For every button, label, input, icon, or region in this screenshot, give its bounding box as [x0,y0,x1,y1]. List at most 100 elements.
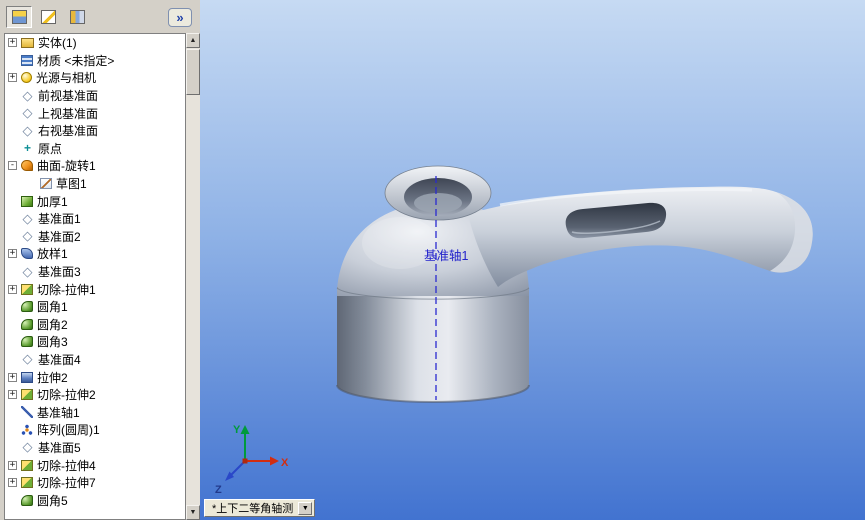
fillet-icon [21,301,33,313]
model-faucet-handle[interactable] [336,165,813,403]
solidworks-window: » + 实体(1) 材质 <未指定> + 光源与相机 ◇ 前视基准面 ◇ 上视基准面 ◇ 右视基准面… [0,0,865,520]
tree-item[interactable]: 圆角2 [5,316,185,334]
tree-item-label: 基准轴1 [37,405,80,420]
plane-icon: ◇ [22,122,33,138]
tree-item-label: 曲面-旋转1 [37,159,96,174]
tree-item[interactable]: + 光源与相机 [5,69,185,87]
tree-scrollbar[interactable]: ▲ ▼ [186,33,200,520]
model-canvas[interactable]: 基准轴1 Y X Z [200,0,865,520]
expand-toggle[interactable]: + [8,73,17,83]
origin-icon: + [23,141,31,156]
manager-tabs [6,6,90,28]
chevron-down-icon[interactable]: ▼ [298,501,313,515]
tree-item-label: 基准面5 [38,440,81,455]
configurationmanager-icon [69,10,85,24]
viewport-3d[interactable]: 基准轴1 Y X Z *上下二等角轴测 ▼ [200,0,865,520]
tree-item-label: 草图1 [56,177,87,192]
expand-spacer [8,214,17,223]
fillet-icon [21,318,33,330]
tree-item-label: 上视基准面 [38,106,99,121]
expand-toggle[interactable]: + [8,284,17,294]
tree-item-label: 切除-拉伸4 [37,458,96,473]
tree-item[interactable]: 圆角1 [5,298,185,316]
tree-item-label: 光源与相机 [36,71,97,86]
tree-item[interactable]: + 实体(1) [5,34,185,52]
tree-item[interactable]: + 拉伸2 [5,368,185,386]
tree-item-label: 基准面3 [38,265,81,280]
expand-spacer [8,408,17,417]
plane-icon: ◇ [22,87,33,103]
expand-spacer [27,179,36,188]
expand-toggle[interactable]: + [8,478,17,488]
expand-spacer [8,425,17,434]
expand-toggle[interactable]: + [8,460,17,470]
tree-item-label: 切除-拉伸1 [37,282,96,297]
expand-spacer [8,232,17,241]
expand-toggle[interactable]: - [8,161,17,171]
fillet-icon [21,494,33,506]
tree-item[interactable]: 材质 <未指定> [5,52,185,70]
tree-item[interactable]: ◇ 上视基准面 [5,104,185,122]
tree-item-label: 前视基准面 [38,89,99,104]
tree-item[interactable]: ◇ 基准面4 [5,351,185,369]
expand-toggle[interactable]: + [8,372,17,382]
expand-spacer [8,302,17,311]
expand-toggle[interactable]: + [8,249,17,259]
tree-item-label: 基准面1 [38,212,81,227]
tree-item[interactable]: ◇ 基准面2 [5,228,185,246]
orientation-triad: Y X Z [215,424,289,496]
view-orientation-selector[interactable]: *上下二等角轴测 ▼ [204,499,316,517]
tree-item[interactable]: ◇ 右视基准面 [5,122,185,140]
scrollbar-thumb[interactable] [186,49,200,95]
loft-icon [21,248,33,260]
tree-item[interactable]: 加厚1 [5,192,185,210]
tree-item-label: 右视基准面 [38,124,99,139]
tree-item[interactable]: 阵列(圆周)1 [5,421,185,439]
thicken-icon [21,195,33,207]
tree-item[interactable]: - 曲面-旋转1 [5,157,185,175]
tree-item[interactable]: + 原点 [5,140,185,158]
tree-item[interactable]: ◇ 前视基准面 [5,87,185,105]
tree-item-label: 材质 <未指定> [37,53,115,68]
tree-item-label: 实体(1) [38,36,77,51]
scroll-down-icon[interactable]: ▼ [186,505,200,520]
tree-item[interactable]: ◇ 基准面1 [5,210,185,228]
cut-extrude-icon [21,389,33,401]
tree-item[interactable]: + 切除-拉伸1 [5,280,185,298]
expand-spacer [8,109,17,118]
expand-spacer [8,320,17,329]
expand-toggle[interactable]: + [8,390,17,400]
tree-item[interactable]: + 切除-拉伸2 [5,386,185,404]
tab-featuremanager[interactable] [6,6,32,28]
tree-item[interactable]: 基准轴1 [5,403,185,421]
expand-spacer [8,197,17,206]
tree-item[interactable]: 草图1 [5,175,185,193]
collapse-panel-button[interactable]: » [168,8,192,27]
tree-item[interactable]: + 切除-拉伸4 [5,456,185,474]
cut-extrude-icon [21,283,33,295]
expand-toggle[interactable]: + [8,38,17,48]
tree-item[interactable]: ◇ 基准面3 [5,263,185,281]
tree-item[interactable]: + 放样1 [5,245,185,263]
expand-spacer [8,144,17,153]
expand-spacer [8,355,17,364]
tree-item[interactable]: ◇ 基准面5 [5,439,185,457]
cut-extrude-icon [21,459,33,471]
tree-item[interactable]: 圆角5 [5,491,185,509]
tree-item-label: 原点 [38,141,63,156]
tab-propertymanager[interactable] [35,6,61,28]
featuremanager-icon [11,10,27,24]
feature-tree[interactable]: + 实体(1) 材质 <未指定> + 光源与相机 ◇ 前视基准面 ◇ 上视基准面 ◇ 右视基准面 + 原… [4,33,186,520]
tree-item[interactable]: + 切除-拉伸7 [5,474,185,492]
expand-spacer [8,126,17,135]
lights-cameras-icon [21,72,32,84]
axis-label: 基准轴1 [424,248,469,263]
tree-item[interactable]: 圆角3 [5,333,185,351]
tab-configurationmanager[interactable] [64,6,90,28]
tree-item-label: 阵列(圆周)1 [37,423,100,438]
scroll-up-icon[interactable]: ▲ [186,33,200,48]
tree-item-label: 圆角5 [37,493,68,508]
tree-item-label: 基准面4 [38,352,81,367]
plane-icon: ◇ [22,105,33,121]
sketch-icon [40,178,52,190]
